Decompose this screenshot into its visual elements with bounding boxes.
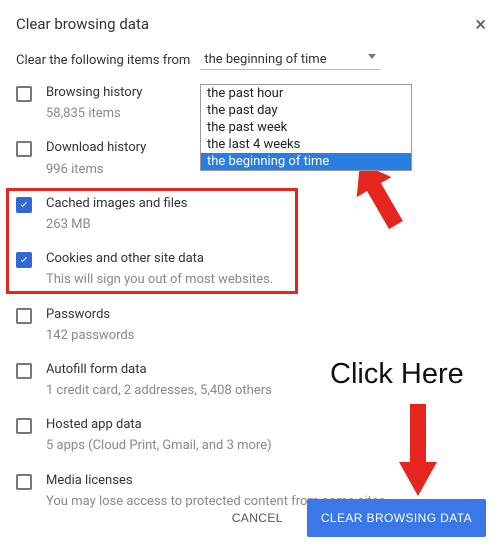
item-text: Cookies and other site data This will sig… [46, 250, 486, 289]
clear-browsing-data-button[interactable]: CLEAR BROWSING DATA [307, 499, 486, 537]
checkbox[interactable] [16, 474, 32, 490]
dropdown-option[interactable]: the past hour [201, 85, 411, 102]
list-item: Cookies and other site data This will sig… [16, 242, 486, 297]
item-text: Passwords 142 passwords [46, 306, 486, 345]
annotation-arrow-icon [395, 404, 441, 496]
from-label: Clear the following items from [16, 53, 190, 68]
checkbox[interactable] [16, 308, 32, 324]
item-text: Cached images and files263 MB [46, 195, 486, 234]
item-label: Cookies and other site data [46, 250, 486, 268]
item-subtext: 263 MB [46, 216, 486, 234]
checkbox[interactable] [16, 252, 32, 268]
dropdown-option[interactable]: the last 4 weeks [201, 136, 411, 153]
checkbox[interactable] [16, 86, 32, 102]
item-subtext: This will sign you out of most websites. [46, 271, 486, 289]
close-icon[interactable]: × [475, 14, 486, 34]
list-item: Passwords 142 passwords [16, 298, 486, 353]
list-item: Cached images and files263 MB [16, 187, 486, 242]
annotation-click-here: Click Here [330, 358, 464, 391]
cancel-button[interactable]: CANCEL [220, 501, 295, 535]
dialog-title: Clear browsing data [16, 15, 149, 33]
dropdown-option-selected[interactable]: the beginning of time [201, 153, 411, 170]
time-range-dropdown: the past hour the past day the past week… [200, 84, 412, 171]
item-subtext: 142 passwords [46, 327, 486, 345]
item-label: Passwords [46, 306, 486, 324]
checkbox[interactable] [16, 197, 32, 213]
checkbox[interactable] [16, 418, 32, 434]
dropdown-option[interactable]: the past week [201, 119, 411, 136]
checkbox[interactable] [16, 363, 32, 379]
caret-down-icon [368, 54, 376, 59]
time-range-value: the beginning of time [204, 52, 326, 67]
time-range-select[interactable]: the beginning of time [200, 50, 380, 70]
checkbox[interactable] [16, 141, 32, 157]
dropdown-option[interactable]: the past day [201, 102, 411, 119]
